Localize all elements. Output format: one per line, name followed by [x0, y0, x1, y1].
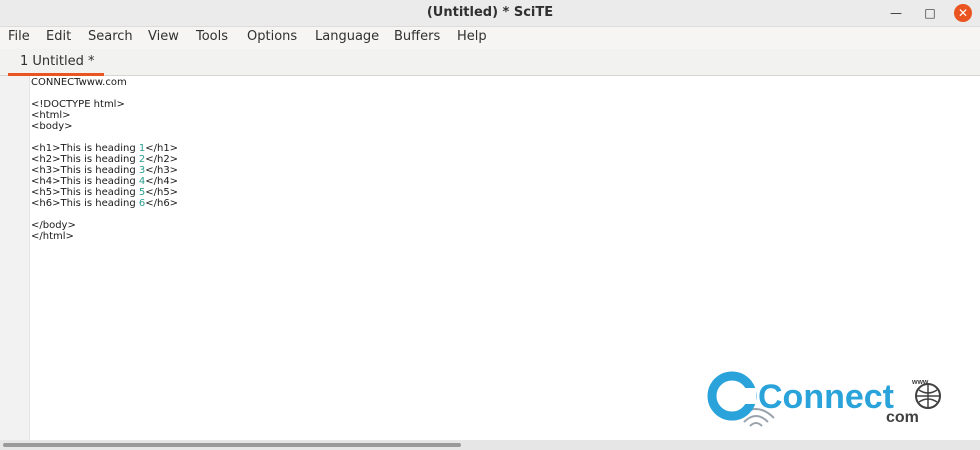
code-line: <html>	[31, 110, 71, 121]
menu-language[interactable]: Language	[315, 29, 379, 44]
code-tag-text: <h1>This is heading	[31, 143, 139, 154]
code-line: CONNECTwww.com	[31, 77, 127, 88]
menu-help[interactable]: Help	[457, 29, 487, 44]
code-tag-text: <h2>This is heading	[31, 154, 139, 165]
code-line: <h6>This is heading 6</h6>	[31, 198, 178, 209]
scrollbar-thumb[interactable]	[3, 443, 461, 447]
code-tag-text: </h6>	[145, 198, 179, 209]
connect-logo-watermark: Connect www com	[700, 366, 950, 436]
code-tag-text: <h6>This is heading	[31, 198, 139, 209]
code-line: <h5>This is heading 5</h5>	[31, 187, 178, 198]
code-line: <body>	[31, 121, 73, 132]
code-line: <h2>This is heading 2</h2>	[31, 154, 178, 165]
code-line: <h4>This is heading 4</h4>	[31, 176, 178, 187]
code-tag-text: </h3>	[145, 165, 179, 176]
menu-buffers[interactable]: Buffers	[394, 29, 440, 44]
maximize-icon[interactable]: □	[920, 3, 940, 23]
menu-options[interactable]: Options	[247, 29, 297, 44]
code-line: </html>	[31, 231, 74, 242]
window-title: (Untitled) * SciTE	[426, 5, 554, 20]
line-gutter[interactable]	[0, 76, 30, 440]
menu-bar: File Edit Search View Tools Options Lang…	[0, 27, 980, 49]
logo-tag-text: www	[911, 379, 929, 386]
minimize-icon[interactable]: —	[886, 3, 906, 23]
menu-file[interactable]: File	[8, 29, 30, 44]
menu-search[interactable]: Search	[88, 29, 133, 44]
menu-view[interactable]: View	[148, 29, 179, 44]
code-tag-text: </h1>	[145, 143, 179, 154]
code-line: <h1>This is heading 1</h1>	[31, 143, 178, 154]
connect-logo-icon: Connect www com	[707, 371, 941, 427]
code-tag-text: <h4>This is heading	[31, 176, 139, 187]
code-tag-text: </h5>	[145, 187, 179, 198]
code-tag-text: <h3>This is heading	[31, 165, 139, 176]
code-line: <h3>This is heading 3</h3>	[31, 165, 178, 176]
tab-bar: 1 Untitled *	[0, 49, 980, 76]
code-line: <!DOCTYPE html>	[31, 99, 125, 110]
logo-brand-text: Connect	[758, 378, 894, 416]
close-icon[interactable]: ✕	[954, 4, 972, 22]
menu-tools[interactable]: Tools	[196, 29, 228, 44]
horizontal-scrollbar[interactable]	[0, 440, 980, 450]
code-tag-text: </h4>	[145, 176, 179, 187]
tab-untitled[interactable]: 1 Untitled *	[8, 49, 104, 76]
code-line: </body>	[31, 220, 76, 231]
title-bar: (Untitled) * SciTE — □ ✕	[0, 0, 980, 27]
tab-label: 1 Untitled *	[20, 54, 95, 69]
code-tag-text: </h2>	[145, 154, 179, 165]
code-tag-text: <h5>This is heading	[31, 187, 139, 198]
logo-suffix-text: com	[886, 409, 919, 426]
menu-edit[interactable]: Edit	[46, 29, 71, 44]
